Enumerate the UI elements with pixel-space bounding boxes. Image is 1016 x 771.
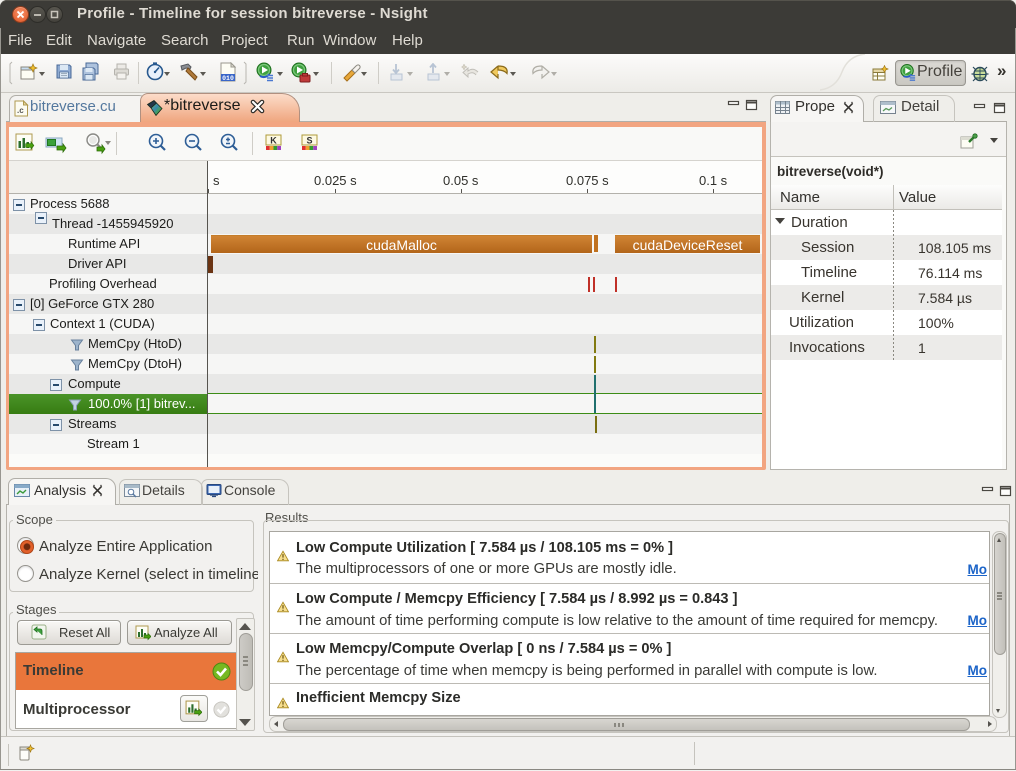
- svg-text:K: K: [270, 136, 277, 146]
- svg-text:010: 010: [222, 75, 234, 82]
- svg-text:.c: .c: [17, 106, 24, 115]
- svg-text:S: S: [306, 136, 312, 146]
